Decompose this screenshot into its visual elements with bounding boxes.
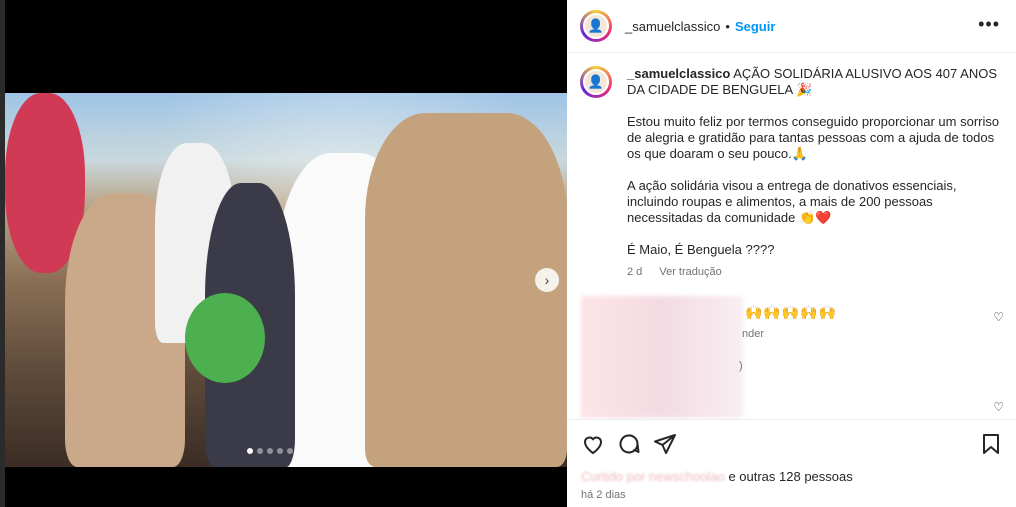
caption-paragraph: A ação solidária visou a entrega de dona… <box>627 178 957 225</box>
slide-dot <box>337 448 343 454</box>
caption-time: 2 d <box>627 266 643 278</box>
caption: 👤 _samuelclassico AÇÃO SOLIDÁRIA ALUSIVO… <box>580 66 1005 280</box>
slide-indicator <box>247 448 343 454</box>
caption-username[interactable]: _samuelclassico <box>627 66 730 81</box>
action-bar <box>581 432 1006 458</box>
post-photo <box>5 93 567 467</box>
separator-dot: • <box>725 18 730 34</box>
slide-dot <box>267 448 273 454</box>
comment-icon[interactable] <box>617 432 641 456</box>
follow-button[interactable]: Seguir <box>735 19 775 34</box>
slide-dot <box>307 448 313 454</box>
slide-dot <box>277 448 283 454</box>
comment-fragment: nder <box>742 328 765 340</box>
caption-paragraph: É Maio, É Benguela ???? <box>627 242 775 257</box>
avatar[interactable]: 👤 <box>580 10 612 42</box>
heart-icon[interactable] <box>581 432 605 456</box>
slide-dot <box>287 448 293 454</box>
slide-dot <box>247 448 253 454</box>
translate-link[interactable]: Ver tradução <box>659 266 721 278</box>
more-options-icon[interactable]: ••• <box>978 14 1000 35</box>
comment-fragment: ) <box>739 360 743 372</box>
post-header: 👤 _samuelclassico • Seguir ••• <box>567 0 1016 53</box>
bookmark-icon[interactable] <box>979 432 1003 456</box>
share-icon[interactable] <box>653 432 677 456</box>
comment-like-icon[interactable]: ♡ <box>993 310 1004 324</box>
comment-emoji: 🙌🙌🙌🙌🙌 <box>745 304 838 320</box>
slide-dot <box>257 448 263 454</box>
slide-dot <box>327 448 333 454</box>
next-slide-button[interactable]: › <box>535 268 559 292</box>
post-media: › <box>5 0 567 507</box>
divider <box>567 419 1016 420</box>
post-timestamp: há 2 dias <box>581 489 626 501</box>
avatar-image: 👤 <box>583 13 609 39</box>
blurred-comments <box>581 296 743 418</box>
likes-summary[interactable]: Curtido por newschoolao e outras 128 pes… <box>581 469 853 484</box>
caption-avatar[interactable]: 👤 <box>580 66 612 98</box>
avatar-image: 👤 <box>583 69 609 95</box>
post-panel: 👤 _samuelclassico • Seguir ••• 👤 _samuel… <box>567 0 1016 507</box>
caption-meta: 2 d Ver tradução <box>627 264 1005 280</box>
slide-dot <box>297 448 303 454</box>
caption-text: _samuelclassico AÇÃO SOLIDÁRIA ALUSIVO A… <box>627 66 1005 280</box>
comment-like-icon[interactable]: ♡ <box>993 400 1004 414</box>
likes-count: e outras 128 pessoas <box>728 469 853 484</box>
liked-by-text: Curtido por newschoolao <box>581 469 725 484</box>
slide-dot <box>317 448 323 454</box>
caption-paragraph: Estou muito feliz por termos conseguido … <box>627 114 1000 161</box>
author-username[interactable]: _samuelclassico <box>625 19 720 34</box>
